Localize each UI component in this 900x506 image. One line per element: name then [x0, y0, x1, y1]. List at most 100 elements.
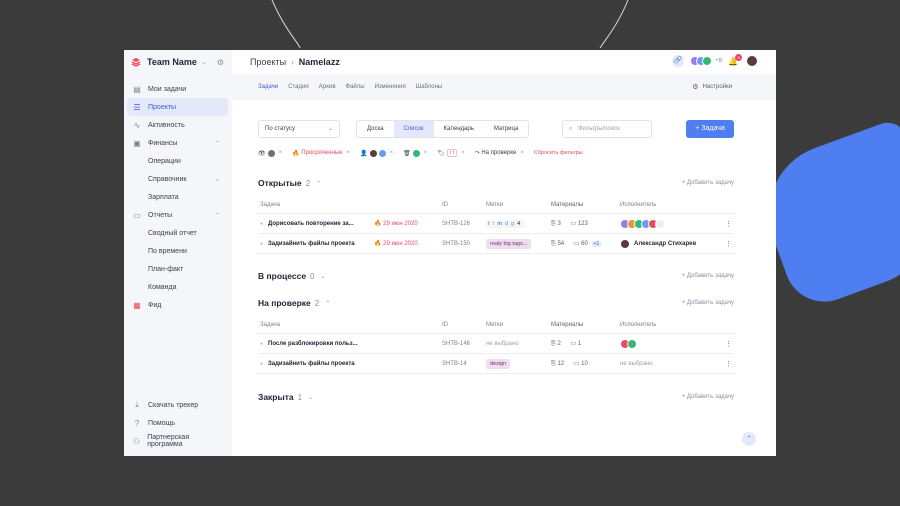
sidebar-item-label: Операции	[148, 157, 181, 165]
gear-icon[interactable]: ⚙	[217, 58, 224, 67]
user-avatar[interactable]	[746, 55, 758, 67]
close-icon[interactable]: ×	[390, 150, 394, 156]
chevron-up-icon: ⌃	[325, 300, 331, 307]
table-row[interactable]: ● Дорисовать повторение за... 🔥 29 июн 20…	[258, 214, 734, 234]
scroll-to-top-button[interactable]: ⌃	[742, 432, 756, 446]
comments-count: 123	[577, 220, 588, 227]
status-select[interactable]: По статусу ⌄	[258, 120, 340, 138]
task-id: SHTB-14	[442, 360, 467, 367]
team-switcher[interactable]: Team Name ⌄ ⚙	[124, 50, 232, 74]
column-materials: Материалы	[551, 321, 584, 328]
tab-archive[interactable]: Архив	[319, 84, 336, 90]
add-task-link[interactable]: + Добавить задачу	[682, 300, 734, 306]
sidebar-item-operations[interactable]: Операции	[124, 152, 228, 170]
assignee-avatars	[620, 218, 665, 229]
sidebar-item-my-tasks[interactable]: ▤ Мои задачи	[124, 80, 228, 98]
sidebar-item-label: Помощь	[148, 419, 176, 427]
notification-badge: 3	[735, 53, 742, 61]
attachments: ⎘ 3	[551, 220, 561, 227]
member-avatars[interactable]	[690, 56, 713, 66]
tab-files[interactable]: Файлы	[346, 84, 365, 90]
briefcase-icon: ▣	[133, 138, 141, 148]
section-open: Открытые 2 ⌃ + Добавить задачу Задача ID…	[258, 176, 734, 254]
task-name: Задизайнить файлы проекта	[268, 240, 355, 247]
sidebar-item-reports[interactable]: ▭ Отчеты ⌃	[124, 206, 228, 224]
tab-templates[interactable]: Шаблоны	[416, 84, 443, 90]
tab-tasks[interactable]: Задачи	[258, 84, 278, 90]
close-icon[interactable]: ×	[347, 150, 351, 156]
sidebar-item-download-tracker[interactable]: ⤓ Скачать трекер	[124, 396, 228, 414]
table-row[interactable]: ● Задизайнить файлы проекта 🔥 29 июн 2020…	[258, 234, 734, 254]
sidebar-item-label: Партнерская программа	[147, 434, 190, 448]
status-icon: ⤳	[474, 149, 480, 156]
tab-stages[interactable]: Стадии	[288, 84, 309, 90]
sidebar-item-partners[interactable]: ⚇ Партнерская программа	[124, 432, 228, 450]
attachments: ⎘ 12	[551, 360, 565, 367]
assignee-name: Александр Стихарев	[634, 240, 697, 247]
search-input[interactable]: ⌕ Фильтры/поиск	[562, 120, 652, 138]
section-header[interactable]: На проверке 2 ⌃ + Добавить задачу	[258, 296, 734, 310]
sidebar-item-directory[interactable]: Справочник ⌄	[124, 170, 228, 188]
filter-chip-author[interactable]: 🗑 ×	[403, 149, 428, 157]
tab-changes[interactable]: Изменения	[375, 84, 406, 90]
more-options-icon[interactable]: ⋮	[725, 240, 732, 248]
reset-filters-link[interactable]: Сбросить фильтры	[534, 150, 583, 156]
close-icon[interactable]: ×	[461, 150, 465, 156]
view-calendar[interactable]: Календарь	[434, 121, 484, 137]
table-header: Задача ID Метки Материалы Исполнитель	[258, 196, 734, 214]
add-task-link[interactable]: + Добавить задачу	[682, 394, 734, 400]
sidebar-item-help[interactable]: ? Помощь	[124, 414, 228, 432]
sidebar-item-summary-report[interactable]: Сводный отчет	[124, 224, 228, 242]
section-header[interactable]: Открытые 2 ⌃ + Добавить задачу	[258, 176, 734, 190]
view-board[interactable]: Доска	[357, 121, 394, 137]
comments: ▭ 123	[570, 220, 588, 227]
sidebar-item-label: Команда	[148, 283, 177, 291]
sidebar-item-activity[interactable]: ∿ Активность	[124, 116, 228, 134]
close-icon[interactable]: ×	[520, 150, 524, 156]
section-header[interactable]: Закрыта 1 ⌄ + Добавить задачу	[258, 390, 734, 404]
header-actions: 🔗 +8 🔔 3	[672, 53, 758, 67]
filter-chip-assignee[interactable]: 👤 ×	[360, 149, 394, 157]
sidebar-item-salary[interactable]: Зарплата	[124, 188, 228, 206]
add-task-link[interactable]: + Добавить задачу	[682, 180, 734, 186]
sidebar-item-by-time[interactable]: По времени	[124, 242, 228, 260]
filter-chip-watchers[interactable]: 👁 ×	[258, 149, 283, 157]
filter-chip-review[interactable]: ⤳ На проверке ×	[475, 150, 524, 157]
add-task-button[interactable]: + Задача	[686, 120, 734, 138]
add-task-link[interactable]: + Добавить задачу	[682, 273, 734, 279]
sidebar-item-team[interactable]: Команда	[124, 278, 228, 296]
more-options-icon[interactable]: ⋮	[725, 220, 732, 228]
sidebar-item-finance[interactable]: ▣ Финансы ⌃	[124, 134, 228, 152]
trash-icon: 🗑	[403, 150, 411, 157]
attachments-count: 3	[557, 220, 561, 227]
section-header[interactable]: В процессе 0 ⌄ + Добавить задачу	[258, 269, 734, 283]
view-list[interactable]: Список	[393, 121, 434, 137]
more-options-icon[interactable]: ⋮	[725, 360, 732, 368]
avatar	[369, 149, 377, 157]
table-row[interactable]: ● Задизайнить файлы проекта SHTB-14 desig…	[258, 354, 734, 374]
section-count: 2	[305, 178, 311, 188]
sidebar-item-plan-fact[interactable]: План-факт	[124, 260, 228, 278]
link-icon[interactable]: 🔗	[672, 55, 685, 67]
filter-chip-overdue[interactable]: 🔥 Просроченные ×	[292, 150, 350, 157]
bell-icon[interactable]: 🔔 3	[728, 53, 742, 66]
sidebar-item-feed[interactable]: ▦ Фид	[124, 296, 228, 314]
table-header: Задача ID Метки Материалы Исполнитель	[258, 316, 734, 334]
close-icon[interactable]: ×	[424, 150, 428, 156]
person-icon: 👤	[360, 150, 368, 157]
active-filters: 👁 × 🔥 Просроченные × 👤 × 🗑 × 🏷 r t × ⤳ Н…	[258, 147, 583, 159]
breadcrumb-root[interactable]: Проекты	[250, 57, 286, 67]
document-icon: ▭	[133, 210, 141, 220]
close-icon[interactable]: ×	[279, 150, 283, 156]
search-icon: ⌕	[569, 126, 573, 132]
task-id: SHTB-146	[442, 340, 471, 347]
task-name: Задизайнить файлы проекта	[268, 360, 355, 367]
column-task: Задача	[260, 321, 281, 328]
settings-button[interactable]: ⚙ Настройки	[692, 83, 732, 91]
table-row[interactable]: ● После разблокировки польз... SHTB-146 н…	[258, 334, 734, 354]
sidebar-item-projects[interactable]: ☰ Проекты	[127, 98, 228, 116]
column-id: ID	[442, 201, 448, 208]
more-options-icon[interactable]: ⋮	[725, 340, 732, 348]
view-matrix[interactable]: Матрица	[484, 121, 528, 137]
filter-chip-tags[interactable]: 🏷 r t ×	[437, 149, 465, 157]
